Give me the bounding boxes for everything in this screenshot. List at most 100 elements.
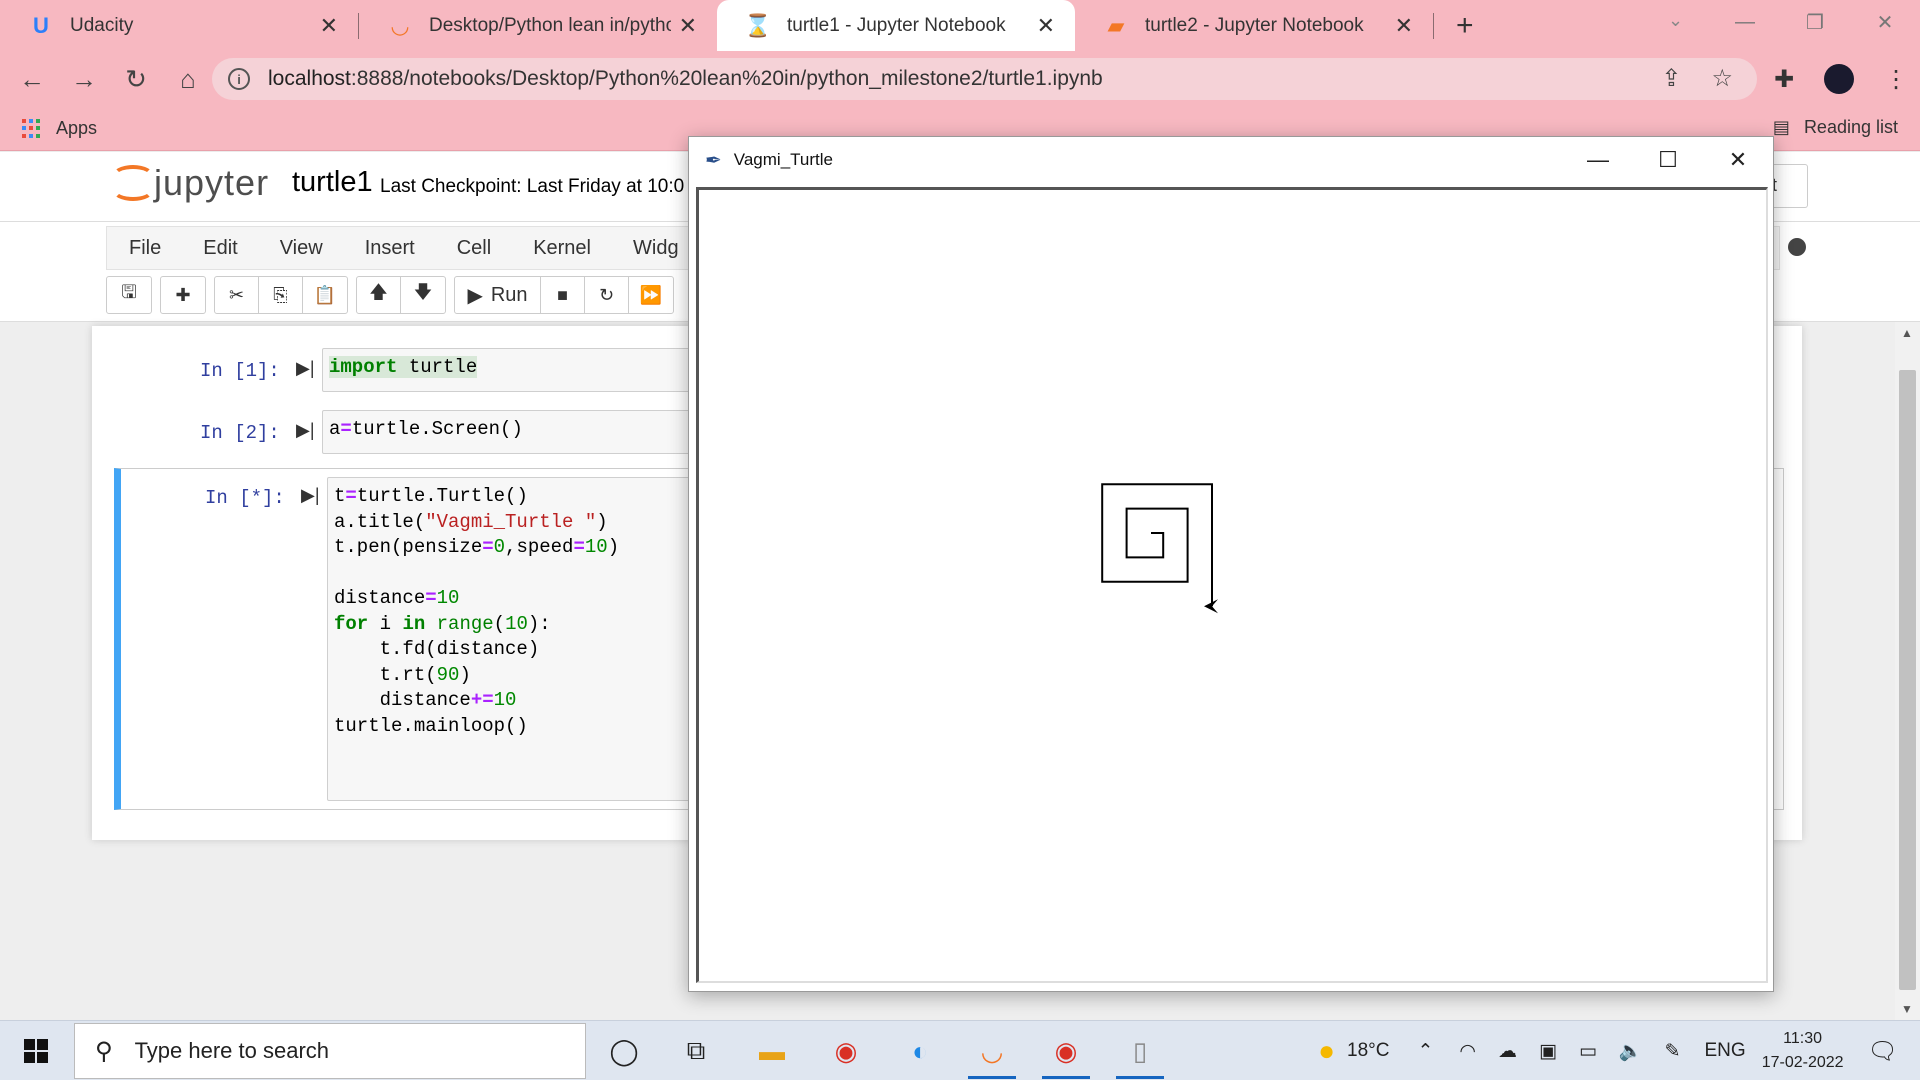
menu-view[interactable]: View	[280, 237, 323, 260]
feather-icon: ✒	[705, 149, 722, 172]
tab-bar: U Udacity ✕ ◡ Desktop/Python lean in/pyt…	[0, 0, 1920, 51]
tab-turtle1[interactable]: ⌛ turtle1 - Jupyter Notebook ✕	[717, 0, 1075, 51]
apps-grid-icon[interactable]	[22, 118, 42, 139]
windows-logo-icon	[24, 1038, 48, 1063]
apps-bookmark[interactable]: Apps	[56, 118, 97, 139]
run-button[interactable]: ▶ Run	[455, 277, 541, 313]
weather-sun-icon[interactable]: ●	[1318, 1035, 1335, 1067]
back-arrow-icon[interactable]: ←	[12, 64, 52, 95]
close-icon[interactable]: ✕	[1037, 13, 1055, 39]
tab-udacity[interactable]: U Udacity ✕	[0, 0, 358, 51]
paste-icon[interactable]: 📋	[303, 277, 347, 313]
close-icon[interactable]: ✕	[679, 13, 697, 39]
save-icon[interactable]: 🖫	[107, 277, 151, 313]
turtle-canvas[interactable]	[696, 187, 1768, 983]
start-button[interactable]	[0, 1038, 72, 1063]
chevron-up-icon[interactable]: ⌃	[1417, 1040, 1433, 1063]
close-icon[interactable]: ✕	[1703, 137, 1773, 183]
extensions-area: ✚ ⋮	[1774, 51, 1908, 107]
pen-icon[interactable]: ✎	[1665, 1040, 1681, 1063]
jupyter-logo[interactable]: jupyter	[112, 162, 269, 204]
minimize-icon[interactable]: —	[1563, 137, 1633, 183]
cell-prompt: In [1]:	[200, 360, 280, 382]
turtle-window-titlebar[interactable]: ✒ Vagmi_Turtle — ☐ ✕	[689, 137, 1773, 183]
clock-date: 17-02-2022	[1761, 1054, 1844, 1071]
file-icon[interactable]: ▯	[1116, 1029, 1164, 1079]
copy-icon[interactable]: ⎘	[259, 277, 303, 313]
stop-icon[interactable]: ■	[541, 277, 585, 313]
minimize-icon[interactable]: —	[1710, 11, 1780, 34]
page-scrollbar[interactable]: ▲ ▼	[1895, 322, 1920, 1020]
jupyter-taskbar-icon[interactable]: ◡	[968, 1029, 1016, 1079]
scrollbar-thumb[interactable]	[1899, 370, 1916, 990]
address-bar[interactable]: i localhost:8888/notebooks/Desktop/Pytho…	[212, 58, 1757, 100]
edge-icon[interactable]: ◐	[896, 1029, 944, 1073]
display-icon[interactable]: ▣	[1539, 1040, 1557, 1063]
scroll-up-icon[interactable]: ▲	[1901, 326, 1913, 340]
cut-icon[interactable]: ✂	[215, 277, 259, 313]
language-indicator[interactable]: ENG	[1705, 1040, 1746, 1062]
menu-edit[interactable]: Edit	[203, 237, 237, 260]
notebook-toolbar: 🖫 ✚ ✂ ⎘ 📋 🡅 🡇 ▶ Run ■ ↻ ⏩	[106, 276, 674, 314]
wifi-icon[interactable]: ◠	[1459, 1040, 1476, 1063]
info-icon[interactable]: i	[228, 68, 250, 90]
clock[interactable]: 11:30 17-02-2022	[1762, 1027, 1844, 1075]
jupyter-icon: ◡	[390, 12, 410, 38]
spiral-path	[1101, 483, 1213, 607]
clock-time: 11:30	[1783, 1030, 1823, 1047]
kebab-menu-icon[interactable]: ⋮	[1884, 65, 1908, 94]
run-cell-icon[interactable]: ▶|	[296, 420, 315, 441]
menu-insert[interactable]: Insert	[365, 237, 415, 260]
avatar[interactable]	[1824, 64, 1855, 94]
menu-kernel[interactable]: Kernel	[533, 237, 591, 260]
puzzle-icon[interactable]: ✚	[1774, 65, 1794, 94]
tab-turtle2[interactable]: ▰ turtle2 - Jupyter Notebook ✕	[1075, 0, 1433, 51]
scroll-down-icon[interactable]: ▼	[1901, 1002, 1913, 1016]
turtle-window-title: Vagmi_Turtle	[733, 150, 833, 169]
reload-icon[interactable]: ↻	[116, 64, 156, 95]
tab-jupyter-tree[interactable]: ◡ Desktop/Python lean in/python_ ✕	[359, 0, 717, 51]
new-tab-button[interactable]: +	[1456, 9, 1474, 43]
chrome-icon[interactable]: ◉	[822, 1029, 870, 1073]
taskbar: ⚲ Type here to search ◯ ⧉ ▬ ◉ ◐ ◡ ◉ ▯ ● …	[0, 1020, 1920, 1080]
move-down-icon[interactable]: 🡇	[401, 277, 445, 313]
weather-temp[interactable]: 18°C	[1347, 1040, 1389, 1062]
run-cell-icon[interactable]: ▶|	[296, 358, 315, 379]
run-cell-icon[interactable]: ▶|	[301, 485, 320, 506]
menu-cell[interactable]: Cell	[457, 237, 491, 260]
menu-file[interactable]: File	[129, 237, 161, 260]
add-cell-icon[interactable]: ✚	[161, 277, 205, 313]
home-icon[interactable]: ⌂	[168, 64, 208, 95]
menu-widgets[interactable]: Widg	[633, 237, 679, 260]
window-controls: — ❐ ✕	[1710, 0, 1920, 44]
restart-icon[interactable]: ↻	[585, 277, 629, 313]
onedrive-icon[interactable]: ☁	[1498, 1040, 1517, 1063]
share-icon[interactable]: ⇪	[1661, 64, 1681, 93]
tab-title: turtle2 - Jupyter Notebook	[1145, 14, 1364, 36]
close-icon[interactable]: ✕	[1395, 13, 1413, 39]
kernel-busy-indicator	[1788, 238, 1806, 256]
notifications-icon[interactable]: 🗨	[1868, 1037, 1898, 1066]
battery-icon[interactable]: ▭	[1579, 1040, 1597, 1063]
tab-title: Udacity	[70, 14, 134, 36]
notebook-name[interactable]: turtle1	[292, 166, 373, 199]
task-view-icon[interactable]: ⧉	[672, 1029, 720, 1073]
close-icon[interactable]: ✕	[320, 13, 338, 39]
chevron-down-icon[interactable]: ⌄	[1668, 10, 1683, 31]
search-placeholder: Type here to search	[134, 1038, 330, 1063]
volume-icon[interactable]: 🔈	[1619, 1039, 1643, 1063]
close-window-icon[interactable]: ✕	[1850, 10, 1920, 35]
forward-arrow-icon[interactable]: →	[64, 64, 104, 95]
cortana-icon[interactable]: ◯	[600, 1029, 648, 1073]
reading-list-button[interactable]: ▤ Reading list	[1773, 117, 1898, 138]
restore-icon[interactable]: ❐	[1780, 10, 1850, 35]
chrome-profile-icon[interactable]: ◉	[1042, 1029, 1090, 1079]
turtle-window[interactable]: ✒ Vagmi_Turtle — ☐ ✕	[688, 136, 1774, 992]
file-explorer-icon[interactable]: ▬	[748, 1029, 796, 1073]
maximize-icon[interactable]: ☐	[1633, 137, 1703, 183]
move-up-icon[interactable]: 🡅	[357, 277, 401, 313]
taskbar-search[interactable]: ⚲ Type here to search	[74, 1023, 586, 1079]
star-icon[interactable]: ☆	[1711, 64, 1733, 93]
notebook-icon: ▰	[1107, 12, 1125, 38]
fast-forward-icon[interactable]: ⏩	[629, 277, 673, 313]
